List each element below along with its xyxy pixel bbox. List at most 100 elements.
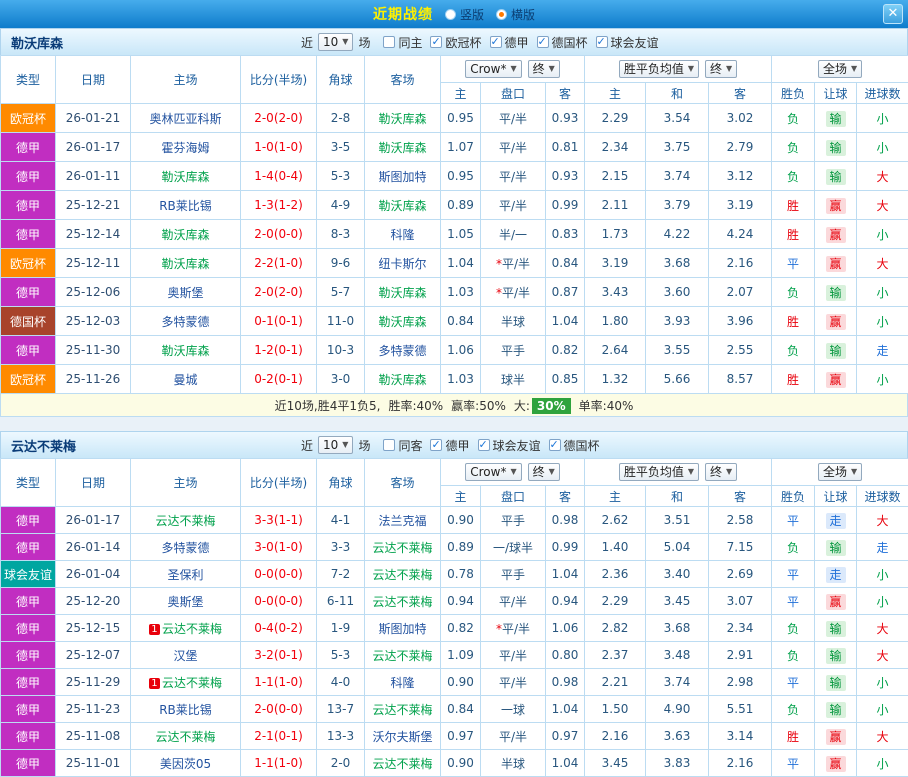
layout-radio[interactable]: 竖版	[445, 6, 484, 23]
team-link[interactable]: 奥林匹亚科斯	[149, 112, 221, 126]
team-link[interactable]: 1云达不莱梅	[149, 622, 222, 636]
odds-away-cell: 0.84	[546, 249, 585, 278]
avg-select[interactable]: 胜平负均值▼	[619, 60, 699, 78]
team-link[interactable]: 勒沃库森	[378, 141, 426, 155]
team-link[interactable]: 沃尔夫斯堡	[372, 730, 432, 744]
match-date: 26-01-21	[56, 104, 131, 133]
avg-draw-cell: 3.45	[646, 588, 709, 615]
odds-home-cell: 1.05	[441, 220, 481, 249]
avg-select[interactable]: 胜平负均值▼	[619, 463, 699, 481]
result-cell: 胜	[772, 220, 815, 249]
corners-cell: 2-0	[317, 750, 365, 777]
team-link[interactable]: 勒沃库森	[378, 373, 426, 387]
matches-label: 场	[358, 34, 370, 51]
chevron-down-icon: ▼	[510, 62, 516, 76]
team-link[interactable]: 勒沃库森	[378, 199, 426, 213]
avg-home-cell: 2.62	[585, 507, 646, 534]
match-date: 25-11-26	[56, 365, 131, 394]
live-odds-star: *	[496, 257, 502, 271]
team-link[interactable]: 纽卡斯尔	[378, 257, 426, 271]
team-link[interactable]: 云达不莱梅	[372, 703, 432, 717]
team-link[interactable]: 多特蒙德	[161, 315, 209, 329]
score-cell: 1-2(0-1)	[241, 336, 317, 365]
avg-away-cell: 2.69	[709, 561, 772, 588]
team-link[interactable]: 云达不莱梅	[372, 568, 432, 582]
result-cell: 胜	[772, 365, 815, 394]
team-link[interactable]: 云达不莱梅	[372, 541, 432, 555]
filter-checkbox[interactable]: 同客	[383, 437, 422, 454]
avg-final-select[interactable]: 终▼	[705, 463, 737, 481]
score-cell: 2-0(2-0)	[241, 278, 317, 307]
league-badge: 德甲	[1, 191, 56, 220]
match-count-select[interactable]: 10▼	[318, 33, 353, 51]
filter-checkbox[interactable]: 德甲	[430, 437, 469, 454]
team-link[interactable]: 霍芬海姆	[161, 141, 209, 155]
filter-checkbox[interactable]: 欧冠杯	[430, 34, 481, 51]
away-team-cell: 勒沃库森	[365, 191, 441, 220]
team-link[interactable]: 云达不莱梅	[372, 649, 432, 663]
team-link[interactable]: 美因茨05	[160, 757, 211, 771]
radio-label: 横版	[511, 6, 535, 23]
filter-checkbox[interactable]: 德国杯	[537, 34, 588, 51]
team-link[interactable]: 法兰克福	[378, 514, 426, 528]
score-cell: 0-0(0-0)	[241, 588, 317, 615]
team-link[interactable]: 云达不莱梅	[155, 514, 215, 528]
layout-radio[interactable]: 横版	[496, 6, 535, 23]
close-button[interactable]: ✕	[883, 4, 903, 24]
filter-checkbox[interactable]: 同主	[383, 34, 422, 51]
avg-home-cell: 2.29	[585, 588, 646, 615]
team-link[interactable]: 勒沃库森	[161, 344, 209, 358]
handicap-result-cell: 输	[815, 104, 857, 133]
odds-away-cell: 0.98	[546, 669, 585, 696]
home-team-cell: 1云达不莱梅	[131, 669, 241, 696]
team-link[interactable]: 勒沃库森	[378, 112, 426, 126]
scope-select[interactable]: 全场▼	[818, 60, 862, 78]
team-link[interactable]: 曼城	[173, 373, 197, 387]
avg-home-cell: 3.19	[585, 249, 646, 278]
team-link[interactable]: 多特蒙德	[161, 541, 209, 555]
team-link[interactable]: 1云达不莱梅	[149, 676, 222, 690]
away-team-cell: 勒沃库森	[365, 104, 441, 133]
team-link[interactable]: RB莱比锡	[159, 703, 212, 717]
score-cell: 3-2(0-1)	[241, 642, 317, 669]
team-link[interactable]: 斯图加特	[378, 170, 426, 184]
team-link[interactable]: 云达不莱梅	[372, 595, 432, 609]
avg-home-cell: 1.40	[585, 534, 646, 561]
filter-checkbox[interactable]: 球会友谊	[478, 437, 541, 454]
odds-company-select[interactable]: Crow*▼	[465, 60, 521, 78]
col-odds-home: 主	[441, 486, 481, 507]
team-link[interactable]: 勒沃库森	[161, 170, 209, 184]
team-link[interactable]: 奥斯堡	[167, 595, 203, 609]
team-link[interactable]: 奥斯堡	[167, 286, 203, 300]
filter-checkbox[interactable]: 德国杯	[549, 437, 600, 454]
team-link[interactable]: 科隆	[390, 676, 414, 690]
team-link[interactable]: 云达不莱梅	[155, 730, 215, 744]
team-link[interactable]: 勒沃库森	[378, 315, 426, 329]
team-link[interactable]: 多特蒙德	[378, 344, 426, 358]
team-link[interactable]: 圣保利	[167, 568, 203, 582]
handicap-result-cell: 输	[815, 534, 857, 561]
match-count-select[interactable]: 10▼	[318, 436, 353, 454]
odds-final-select[interactable]: 终▼	[528, 463, 560, 481]
team-link[interactable]: 勒沃库森	[378, 286, 426, 300]
team-link[interactable]: 勒沃库森	[161, 228, 209, 242]
avg-final-select[interactable]: 终▼	[705, 60, 737, 78]
col-avg-draw: 和	[646, 83, 709, 104]
score-cell: 3-0(1-0)	[241, 534, 317, 561]
chevron-down-icon: ▼	[549, 62, 555, 76]
team-link[interactable]: RB莱比锡	[159, 199, 212, 213]
scope-select[interactable]: 全场▼	[818, 463, 862, 481]
team-link[interactable]: 汉堡	[173, 649, 197, 663]
odds-final-select[interactable]: 终▼	[528, 60, 560, 78]
avg-away-cell: 4.24	[709, 220, 772, 249]
team-link[interactable]: 科隆	[390, 228, 414, 242]
filter-checkbox[interactable]: 德甲	[490, 34, 529, 51]
match-row: 德甲26-01-17霍芬海姆1-0(1-0)3-5勒沃库森1.07平/半0.81…	[1, 133, 908, 162]
team-link[interactable]: 斯图加特	[378, 622, 426, 636]
odds-company-select[interactable]: Crow*▼	[465, 463, 521, 481]
result-cell: 胜	[772, 307, 815, 336]
team-link[interactable]: 勒沃库森	[161, 257, 209, 271]
team-link[interactable]: 云达不莱梅	[372, 757, 432, 771]
filter-checkbox[interactable]: 球会友谊	[596, 34, 659, 51]
match-row: 德甲25-11-08云达不莱梅2-1(0-1)13-3沃尔夫斯堡0.97平/半0…	[1, 723, 908, 750]
